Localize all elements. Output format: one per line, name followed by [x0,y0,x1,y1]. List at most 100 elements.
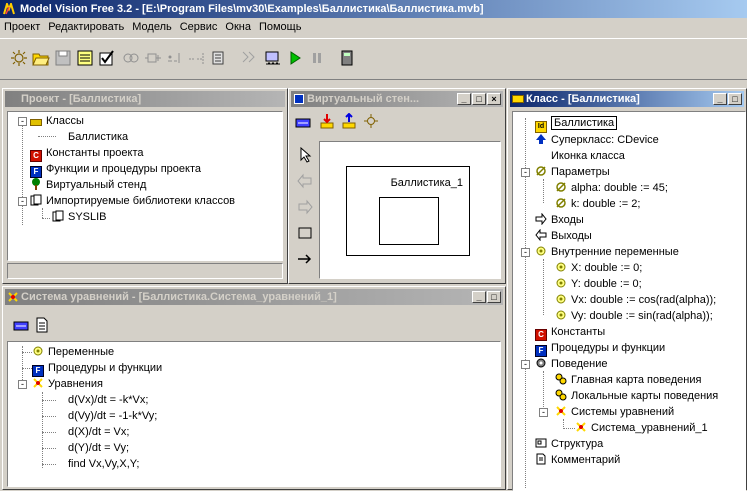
tree-item-comment[interactable]: Комментарий [535,453,620,467]
project-tree: - Классы Баллистика C Константы проекта F… [7,111,283,261]
tree-item-project-functions[interactable]: F Функции и процедуры проекта [30,162,201,178]
status-bar [7,263,283,279]
minimize-button[interactable]: _ [472,291,486,303]
equation-line[interactable]: d(X)/dt = Vx; [68,425,129,439]
add-block-icon[interactable] [144,49,162,67]
tree-item-project-constants[interactable]: C Константы проекта [30,146,144,162]
list-icon[interactable] [76,49,94,67]
tree-item-equation-system-1[interactable]: Система_уравнений_1 [575,421,708,435]
class-window-title-bar: Класс - [Баллистика] _ □ [510,91,744,107]
connect-icon[interactable] [188,49,206,67]
menu-service[interactable]: Сервис [176,18,222,36]
tree-item-class-icon[interactable]: Иконка класса [535,149,625,163]
document-icon[interactable] [35,317,49,333]
output-port-icon[interactable] [297,199,313,215]
toolbar [0,38,747,80]
ports-icon[interactable] [166,49,184,67]
minimize-button[interactable]: _ [457,93,471,105]
dataset-icon[interactable] [210,49,228,67]
view-icon[interactable] [295,116,311,130]
tree-item-classes[interactable]: Классы [30,114,84,128]
equation-line[interactable]: find Vx,Vy,X,Y; [68,457,139,471]
tree-item-behavior[interactable]: Поведение [535,357,608,371]
link-icon[interactable] [122,49,140,67]
pause-icon[interactable] [308,49,326,67]
minimize-button[interactable]: _ [713,93,727,105]
import-icon[interactable] [319,113,335,129]
maximize-button[interactable]: □ [728,93,742,105]
tree-item-var-vx[interactable]: Vx: double := cos(rad(alpha)); [555,293,716,307]
export-icon[interactable] [341,113,357,129]
equation-line[interactable]: d(Vy)/dt = -1-k*Vy; [68,409,157,423]
expand-toggle[interactable]: - [539,408,548,417]
tree-item-ballistics-class[interactable]: Баллистика [68,130,128,144]
new-object-icon[interactable] [363,113,379,129]
tree-item-parameters[interactable]: Параметры [535,165,610,179]
tree-item-internal-variables[interactable]: Внутренние переменные [535,245,679,259]
check-icon[interactable] [98,49,116,67]
tree-item-imported-libraries[interactable]: Импортируемые библиотеки классов [30,194,235,208]
class-tree: Id Баллистика Суперкласс: CDevice Иконка … [512,111,746,491]
expand-toggle[interactable]: - [18,117,27,126]
equation-line[interactable]: d(Vx)/dt = -k*Vx; [68,393,148,407]
calculator-icon[interactable] [338,49,356,67]
menu-windows[interactable]: Окна [221,18,255,36]
tree-item-outputs[interactable]: Выходы [535,229,592,243]
parameter-icon [556,198,566,208]
tree-item-param-k[interactable]: k: double := 2; [555,197,640,211]
tree-item-var-vy[interactable]: Vy: double := sin(rad(alpha)); [555,309,713,323]
tree-item-inputs[interactable]: Входы [535,213,584,227]
class-window: Класс - [Баллистика] _ □ Id Баллистика Суп… [507,88,747,491]
pointer-icon[interactable] [297,147,313,163]
maximize-button[interactable]: □ [472,93,486,105]
expand-toggle[interactable]: - [18,380,27,389]
constants-icon: C [30,150,42,162]
menu-edit[interactable]: Редактировать [44,18,128,36]
close-button[interactable]: × [487,93,501,105]
expand-toggle[interactable]: - [521,248,530,257]
tree-item-syslib[interactable]: SYSLIB [52,210,107,224]
tree-item-local-behavior-maps[interactable]: Локальные карты поведения [555,389,718,403]
stand-canvas: Баллистика_1 [319,141,501,279]
tree-item-variables[interactable]: Переменные [32,345,114,359]
save-icon[interactable] [54,49,72,67]
resize-grip[interactable] [488,266,498,276]
maximize-button[interactable]: □ [487,291,501,303]
step-icon[interactable] [240,49,258,67]
tree-item-procedures[interactable]: F Процедуры и функции [32,361,162,377]
block-icon-frame [379,197,439,245]
virtual-stand-window: Виртуальный стен... _ □ × Баллистика_1 [288,88,506,284]
open-folder-icon[interactable] [32,49,50,67]
run-icon[interactable] [286,49,304,67]
tree-item-superclass[interactable]: Суперкласс: CDevice [535,133,659,147]
stand-tools-panel [293,141,319,279]
expand-toggle[interactable]: - [521,360,530,369]
tree-item-equations[interactable]: Уравнения [32,377,103,391]
project-window-title: Проект - [Баллистика] [21,93,142,105]
menu-model[interactable]: Модель [128,18,175,36]
equation-line[interactable]: d(Y)/dt = Vy; [68,441,129,455]
tree-item-constants[interactable]: C Константы [535,325,605,341]
tree-item-var-y[interactable]: Y: double := 0; [555,277,642,291]
block-ballistics-1[interactable]: Баллистика_1 [346,166,470,256]
rectangle-tool-icon[interactable] [297,225,313,241]
tree-item-var-x[interactable]: X: double := 0; [555,261,642,275]
input-port-icon[interactable] [297,173,313,189]
tree-item-procedures[interactable]: F Процедуры и функции [535,341,665,357]
parameter-icon [536,166,546,176]
view-icon[interactable] [13,319,29,333]
expand-toggle[interactable]: - [18,197,27,206]
tree-item-structure[interactable]: Структура [535,437,603,451]
tree-item-equation-systems[interactable]: Системы уравнений [555,405,674,419]
tree-item-main-behavior-map[interactable]: Главная карта поведения [555,373,701,387]
tree-item-virtual-stand[interactable]: Виртуальный стенд [30,178,146,192]
expand-toggle[interactable]: - [521,168,530,177]
model-compile-icon[interactable] [264,49,282,67]
tree-item-param-alpha[interactable]: alpha: double := 45; [555,181,668,195]
new-project-icon[interactable] [10,49,28,67]
arrow-tool-icon[interactable] [297,251,313,267]
equations-window-title-bar: Система уравнений - [Баллистика.Система_… [5,289,503,305]
menu-help[interactable]: Помощь [255,18,306,36]
tree-item-class-name[interactable]: Id Баллистика [535,116,618,133]
menu-project[interactable]: Проект [0,18,44,36]
